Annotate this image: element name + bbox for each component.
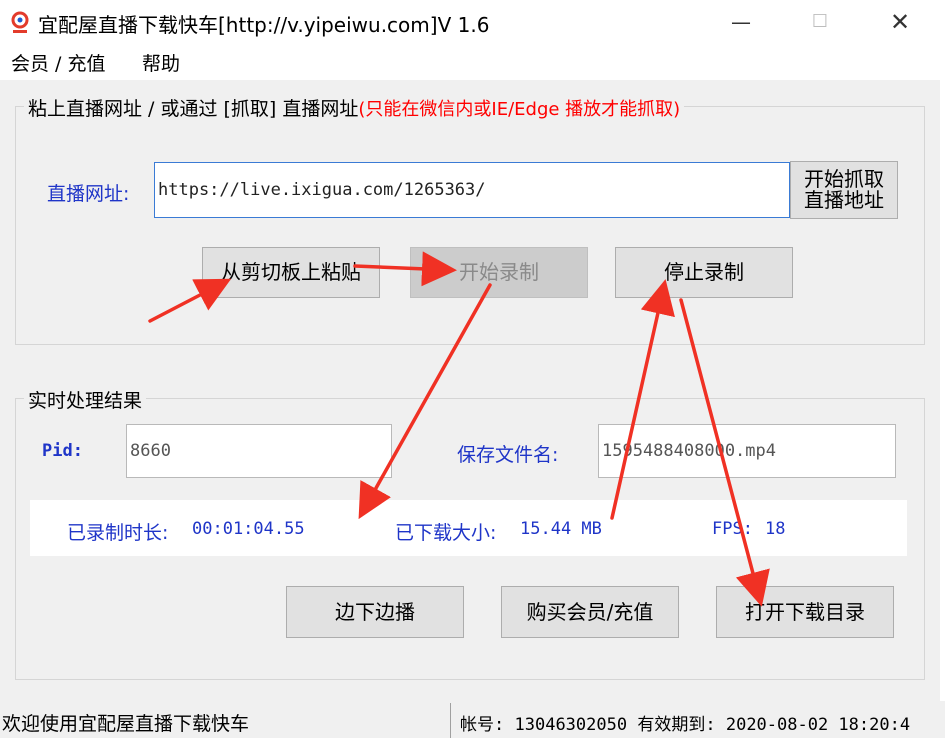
status-welcome: 欢迎使用宜配屋直播下载快车 xyxy=(2,713,250,735)
menu-bar: 会员 / 充值 帮助 xyxy=(0,44,945,80)
app-logo-icon xyxy=(11,11,29,33)
play-while-download-button[interactable]: 边下边播 xyxy=(286,586,464,638)
expiry-value: 2020-08-02 18:20:4 xyxy=(725,715,911,735)
open-download-folder-button[interactable]: 打开下载目录 xyxy=(716,586,894,638)
stop-recording-button[interactable]: 停止录制 xyxy=(615,247,793,298)
window-title: 宜配屋直播下载快车[http://v.yipeiwu.com]V 1.6 xyxy=(38,13,490,37)
close-button[interactable]: ✕ xyxy=(877,6,923,38)
expiry-label: 有效期到: xyxy=(637,715,716,735)
pid-label: Pid: xyxy=(42,441,83,461)
filename-label: 保存文件名: xyxy=(457,444,559,466)
start-recording-button[interactable]: 开始录制 xyxy=(410,247,588,298)
url-groupbox xyxy=(15,106,925,345)
size-value: 15.44 MB xyxy=(520,519,602,539)
minimize-button[interactable]: — xyxy=(718,6,764,38)
url-input[interactable] xyxy=(154,162,790,218)
title-bar: 宜配屋直播下载快车[http://v.yipeiwu.com]V 1.6 — ☐… xyxy=(0,0,945,44)
paste-from-clipboard-button[interactable]: 从剪切板上粘贴 xyxy=(202,247,380,298)
fps-value: 18 xyxy=(765,519,786,539)
duration-value: 00:01:04.55 xyxy=(192,519,305,539)
result-group-title: 实时处理结果 xyxy=(24,386,147,413)
url-group-title-main: 粘上直播网址 / 或通过 [抓取] 直播网址 xyxy=(28,98,359,120)
grab-button-line2: 直播地址 xyxy=(804,188,884,212)
account-value: 13046302050 xyxy=(514,715,628,735)
account-label: 帐号: xyxy=(460,715,505,735)
menu-member-recharge[interactable]: 会员 / 充值 xyxy=(11,49,105,76)
pid-field xyxy=(126,424,392,478)
fps-label: FPS: xyxy=(712,519,753,539)
url-group-title-note: (只能在微信内或IE/Edge 播放才能抓取) xyxy=(358,99,681,120)
filename-field xyxy=(598,424,896,478)
grab-live-url-button[interactable]: 开始抓取 直播地址 xyxy=(790,161,898,219)
url-group-title: 粘上直播网址 / 或通过 [抓取] 直播网址(只能在微信内或IE/Edge 播放… xyxy=(24,94,685,121)
url-label: 直播网址: xyxy=(47,183,130,205)
window-edge xyxy=(940,44,945,701)
menu-help[interactable]: 帮助 xyxy=(142,49,180,76)
duration-label: 已录制时长: xyxy=(67,522,169,544)
buy-membership-button[interactable]: 购买会员/充值 xyxy=(501,586,679,638)
maximize-button[interactable]: ☐ xyxy=(797,6,843,38)
size-label: 已下载大小: xyxy=(395,522,497,544)
status-bar: 欢迎使用宜配屋直播下载快车 帐号: 13046302050 有效期到: 2020… xyxy=(0,701,945,738)
status-separator xyxy=(450,703,451,738)
status-account-info: 帐号: 13046302050 有效期到: 2020-08-02 18:20:4 xyxy=(460,710,910,735)
